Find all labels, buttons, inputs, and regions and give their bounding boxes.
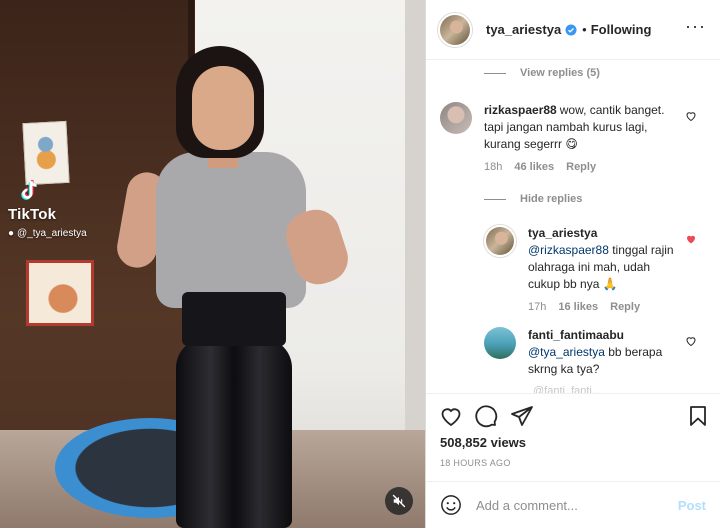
comment-body: rizkaspaer88 wow, cantik banget. tapi jan… xyxy=(484,102,684,153)
reply-item: fanti_fantimaabu @tya_ariestya bb berapa… xyxy=(484,327,678,378)
avatar[interactable] xyxy=(484,225,516,257)
comment-username[interactable]: tya_ariestya xyxy=(528,226,597,240)
verified-badge-icon xyxy=(565,24,577,35)
like-heart-icon[interactable] xyxy=(439,404,463,428)
avatar[interactable] xyxy=(484,327,516,359)
hide-replies-label: Hide replies xyxy=(520,193,583,205)
heart-filled-icon[interactable] xyxy=(685,233,697,245)
tiktok-watermark: TikTok ● @_tya_ariestya xyxy=(8,178,87,239)
comment-time[interactable]: 17h xyxy=(528,301,546,313)
framed-drawing xyxy=(26,260,94,326)
comment-time[interactable]: 18h xyxy=(484,161,502,173)
add-comment-bar: Post xyxy=(426,481,720,528)
post-actions: 508,852 views 18 HOURS AGO xyxy=(426,393,720,489)
view-count[interactable]: 508,852 views xyxy=(440,435,526,450)
post-button[interactable]: Post xyxy=(678,498,706,513)
comment-mention[interactable]: @tya_ariestya xyxy=(528,345,605,359)
tiktok-handle-text: ● @_tya_ariestya xyxy=(8,228,87,239)
person-legs xyxy=(176,338,292,528)
comment-username[interactable]: rizkaspaer88 xyxy=(484,103,557,117)
video-player[interactable]: TikTok ● @_tya_ariestya xyxy=(0,0,425,528)
person-face xyxy=(192,66,254,150)
hide-replies-button[interactable]: Hide replies xyxy=(484,193,582,205)
view-replies-button[interactable]: View replies (5) xyxy=(484,67,600,79)
share-paper-plane-icon[interactable] xyxy=(510,404,534,428)
tiktok-brand-text: TikTok xyxy=(8,206,57,223)
following-button[interactable]: Following xyxy=(591,22,652,37)
reply-button[interactable]: Reply xyxy=(566,161,596,173)
comment-body: fanti_fantimaabu @tya_ariestya bb berapa… xyxy=(528,327,678,378)
mute-button[interactable] xyxy=(385,487,413,515)
comment-meta: 17h 16 likes Reply xyxy=(528,301,678,313)
header-username[interactable]: tya_ariestya xyxy=(486,22,561,37)
header-separator: • xyxy=(582,22,587,37)
user-icon: ● xyxy=(8,228,15,239)
post-side-panel: tya_ariestya • Following ··· View replie… xyxy=(425,0,720,528)
wall-drawing xyxy=(22,120,70,186)
reply-button[interactable]: Reply xyxy=(610,301,640,313)
speaker-muted-icon xyxy=(392,494,406,508)
comment-body: tya_ariestya @rizkaspaer88 tinggal rajin… xyxy=(528,225,678,293)
save-bookmark-icon[interactable] xyxy=(686,404,710,428)
heart-outline-icon[interactable] xyxy=(685,335,697,347)
comments-list[interactable]: View replies (5) rizkaspaer88 wow, cantik… xyxy=(426,60,720,393)
more-options-icon[interactable]: ··· xyxy=(685,17,706,35)
comment-likes[interactable]: 46 likes xyxy=(514,161,554,173)
comment-bubble-icon[interactable] xyxy=(474,404,498,428)
comment-likes[interactable]: 16 likes xyxy=(558,301,598,313)
comment-input[interactable] xyxy=(476,497,666,513)
post-header: tya_ariestya • Following ··· xyxy=(426,0,720,60)
faded-comment-text: @fanti_fanti... xyxy=(533,385,602,393)
tiktok-icon xyxy=(21,180,37,200)
person-shirt xyxy=(156,152,306,308)
comment-username[interactable]: fanti_fantimaabu xyxy=(528,328,624,342)
emoji-icon[interactable] xyxy=(440,494,462,516)
reply-item: tya_ariestya @rizkaspaer88 tinggal rajin… xyxy=(484,225,678,313)
comment-mention[interactable]: @rizkaspaer88 xyxy=(528,243,609,257)
avatar[interactable] xyxy=(438,12,472,47)
divider-line xyxy=(484,198,506,200)
avatar[interactable] xyxy=(440,102,472,134)
view-replies-label: View replies (5) xyxy=(520,67,600,79)
person-corset xyxy=(182,292,286,346)
post-timestamp[interactable]: 18 HOURS AGO xyxy=(440,458,511,468)
comment-item: rizkaspaer88 wow, cantik banget. tapi jan… xyxy=(440,102,684,173)
divider-line xyxy=(484,72,506,74)
heart-outline-icon[interactable] xyxy=(685,110,697,122)
comment-meta: 18h 46 likes Reply xyxy=(484,161,684,173)
tiktok-handle: @_tya_ariestya xyxy=(17,228,87,239)
